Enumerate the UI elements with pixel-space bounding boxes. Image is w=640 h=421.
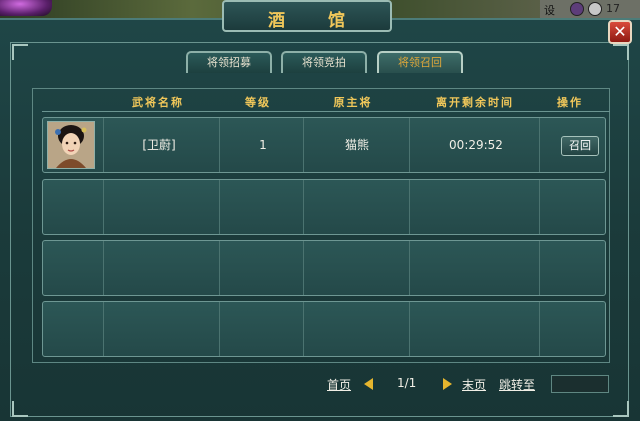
table-header: 武将名称 等级 原主将 离开剩余时间 操作	[42, 93, 612, 111]
column-divider	[303, 118, 304, 172]
header-divider	[42, 111, 610, 112]
window-title-char: 酒	[268, 11, 287, 31]
column-divider	[219, 118, 220, 172]
moon-icon[interactable]	[570, 2, 584, 16]
column-divider	[303, 302, 304, 356]
tab-recruit[interactable]: 将领招募	[186, 51, 272, 73]
table-row-empty	[42, 240, 606, 296]
prev-page-arrow-icon[interactable]	[364, 378, 373, 390]
first-page-link[interactable]: 首页	[327, 376, 351, 392]
corner-ornament	[613, 44, 629, 60]
general-level: 1	[259, 138, 267, 152]
column-header: 等级	[245, 96, 271, 109]
jump-page-input[interactable]	[551, 375, 609, 393]
top-right-toolbar: 设 17	[540, 0, 640, 20]
recall-button[interactable]: 召回	[561, 136, 599, 156]
tab-recall[interactable]: 将领召回	[377, 51, 463, 73]
general-name: [卫蔚]	[142, 138, 176, 152]
table-row: [卫蔚] 1 猫熊 00:29:52 召回	[42, 117, 606, 173]
corner-ornament	[12, 401, 28, 417]
orb-icon	[0, 0, 52, 16]
column-divider	[409, 180, 410, 234]
table-row-empty	[42, 301, 606, 357]
window-title-plate: 酒 馆	[222, 0, 392, 32]
column-divider	[303, 241, 304, 295]
column-header: 原主将	[333, 96, 373, 109]
column-divider	[539, 180, 540, 234]
column-divider	[539, 302, 540, 356]
column-divider	[103, 241, 104, 295]
next-page-arrow-icon[interactable]	[443, 378, 452, 390]
column-divider	[539, 118, 540, 172]
settings-label[interactable]: 设	[544, 2, 555, 18]
page-indicator: 1/1	[397, 376, 417, 390]
corner-ornament	[613, 401, 629, 417]
column-divider	[219, 241, 220, 295]
table-row-empty	[42, 179, 606, 235]
column-divider	[409, 118, 410, 172]
circle-icon[interactable]	[588, 2, 602, 16]
general-portrait	[47, 121, 95, 169]
jump-to-label[interactable]: 跳转至	[499, 376, 535, 392]
close-button[interactable]: ✕	[608, 20, 632, 44]
column-divider	[303, 180, 304, 234]
column-divider	[409, 302, 410, 356]
time-left: 00:29:52	[449, 138, 503, 152]
column-header: 离开剩余时间	[436, 96, 514, 109]
column-divider	[103, 180, 104, 234]
column-divider	[103, 302, 104, 356]
column-header: 武将名称	[132, 96, 184, 109]
window-title-char: 馆	[328, 11, 347, 31]
top-right-digits: 17	[606, 2, 620, 15]
original-owner: 猫熊	[344, 138, 370, 152]
column-header: 操作	[557, 96, 583, 109]
column-divider	[409, 241, 410, 295]
column-divider	[103, 118, 104, 172]
column-divider	[219, 302, 220, 356]
last-page-link[interactable]: 末页	[462, 376, 486, 392]
corner-ornament	[12, 44, 28, 60]
tab-auction[interactable]: 将领竞拍	[281, 51, 367, 73]
column-divider	[539, 241, 540, 295]
column-divider	[219, 180, 220, 234]
